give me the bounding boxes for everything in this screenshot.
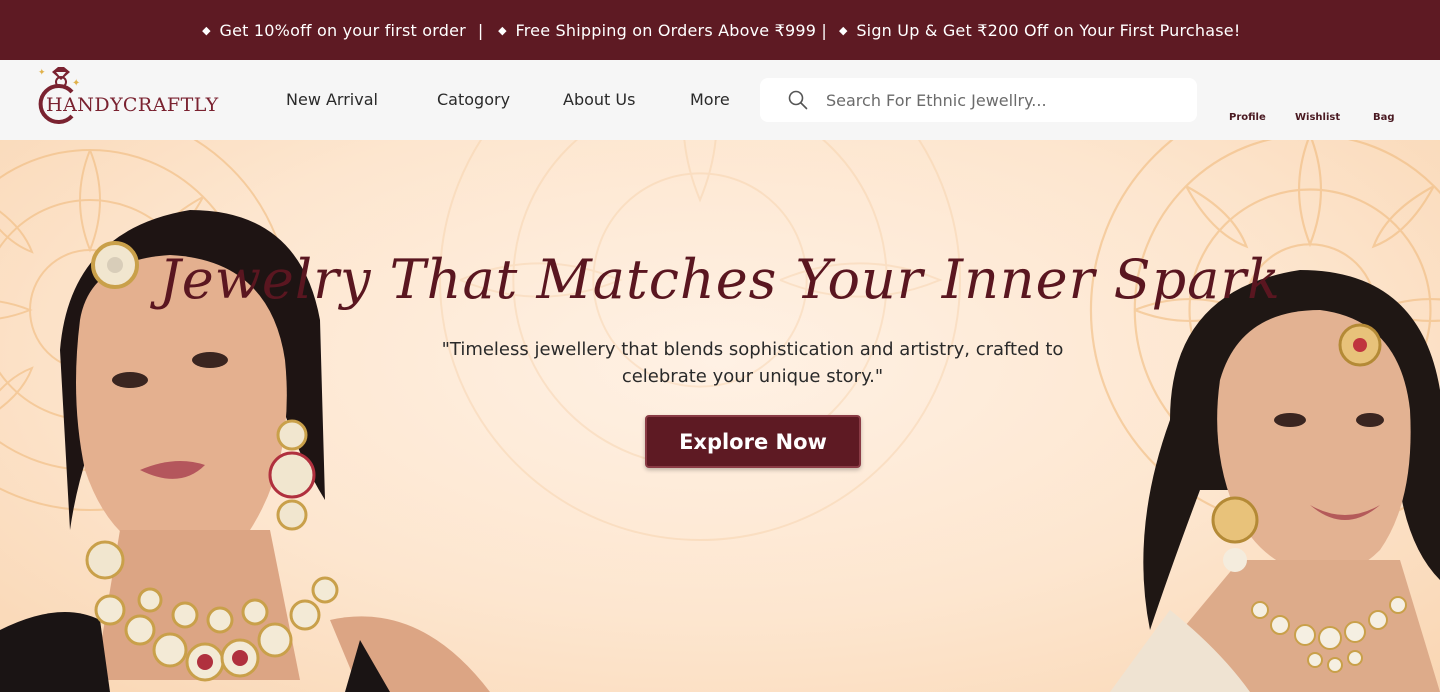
announcement-first: ◆ Get 10%off on your first order xyxy=(200,21,466,40)
search-input[interactable] xyxy=(826,86,1176,114)
bag-link[interactable]: Bag xyxy=(1373,112,1395,123)
brand-name: HANDYCRAFTLY xyxy=(46,94,219,116)
nav-item-new-arrival[interactable]: New Arrival xyxy=(286,90,378,109)
announcement-third-text: Sign Up & Get ₹200 Off on Your First Pur… xyxy=(856,20,1241,40)
sparkle-icon: ✦ xyxy=(72,78,81,89)
diamond-icon: ◆ xyxy=(202,23,211,37)
diamond-icon: ◆ xyxy=(498,23,507,37)
hero-banner: Jewelry That Matches Your Inner Spark "T… xyxy=(0,140,1440,692)
announcement-first-text: Get 10%off on your first order xyxy=(219,20,466,40)
search-bar xyxy=(760,78,1197,122)
profile-link[interactable]: Profile xyxy=(1229,112,1266,123)
nav-item-more[interactable]: More xyxy=(690,90,730,109)
brand-logo[interactable]: ✦ ✦ HANDYCRAFTLY xyxy=(36,66,236,132)
nav-item-category[interactable]: Catogory xyxy=(437,90,510,109)
main-navigation: ✦ ✦ HANDYCRAFTLY New Arrival Catogory Ab… xyxy=(0,60,1440,140)
sparkle-icon: ✦ xyxy=(38,68,46,78)
search-icon[interactable] xyxy=(788,90,808,110)
announcement-bar: ◆ Get 10%off on your first order | ◆ Fre… xyxy=(0,0,1440,60)
wishlist-link[interactable]: Wishlist xyxy=(1295,112,1340,123)
nav-item-about-us[interactable]: About Us xyxy=(563,90,635,109)
model-portrait-right xyxy=(1110,270,1440,692)
explore-now-button[interactable]: Explore Now xyxy=(645,415,861,468)
hero-headline: Jewelry That Matches Your Inner Spark xyxy=(159,248,1281,311)
announcement-separator: | xyxy=(477,20,484,40)
hero-subtitle: "Timeless jewellery that blends sophisti… xyxy=(441,339,1064,387)
announcement-second-text: Free Shipping on Orders Above ₹999 | xyxy=(515,20,833,40)
diamond-icon: ◆ xyxy=(838,23,848,37)
announcement-third: ◆ Sign Up & Get ₹200 Off on Your First P… xyxy=(836,21,1240,40)
announcement-second: ◆ Free Shipping on Orders Above ₹999 | xyxy=(496,21,833,40)
